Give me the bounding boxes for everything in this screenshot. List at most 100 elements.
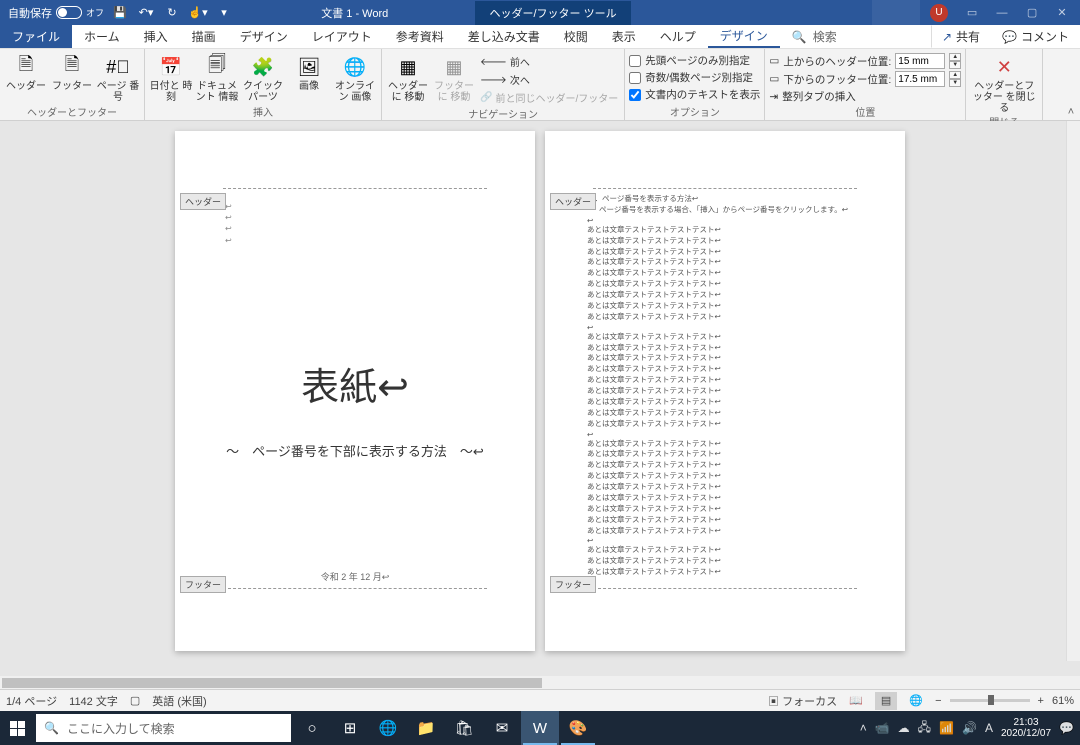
status-page[interactable]: 1/4 ページ [6, 693, 57, 709]
page-1[interactable]: ヘッダー フッター ↩↩↩↩ 表紙↩ ～ ページ番号を下部に表示する方法 ～↩ … [175, 131, 535, 651]
goto-footer-icon: ▦ [438, 53, 470, 81]
zoom-out-button[interactable]: − [935, 695, 941, 707]
paint-taskbar-button[interactable]: 🎨 [559, 711, 597, 745]
tab-mailings[interactable]: 差し込み文書 [456, 25, 552, 48]
tab-design[interactable]: デザイン [228, 25, 300, 48]
taskview-button[interactable]: ⊞ [331, 711, 369, 745]
group-hf-title: ヘッダーとフッター [4, 104, 140, 120]
focus-mode-button[interactable]: ▣ フォーカス [768, 693, 837, 709]
word-taskbar-button[interactable]: W [521, 711, 559, 745]
web-layout-button[interactable]: 🌐 [905, 692, 927, 710]
top-down-button[interactable]: ▼ [949, 61, 961, 69]
explorer-button[interactable]: 📁 [407, 711, 445, 745]
tab-view[interactable]: 表示 [600, 25, 648, 48]
horizontal-scrollbar[interactable] [0, 676, 1080, 689]
header-icon: 🗎 [10, 53, 42, 81]
cortana-button[interactable]: ○ [293, 711, 331, 745]
meet-now-icon[interactable]: 📹 [875, 721, 890, 735]
show-document-text-checkbox[interactable]: 文書内のテキストを表示 [629, 87, 760, 102]
onedrive-icon[interactable]: ☁ [898, 721, 910, 735]
page-number-button[interactable]: #⃣ ページ 番号 [96, 51, 140, 103]
user-avatar[interactable]: U [930, 4, 948, 22]
mail-button[interactable]: ✉ [483, 711, 521, 745]
docinfo-button[interactable]: 🗐 ドキュメント 情報 [195, 51, 239, 103]
volume-icon[interactable]: 🔊 [962, 721, 977, 735]
quickparts-button[interactable]: 🧩 クイック パーツ [241, 51, 285, 103]
qat-customize-button[interactable]: ▾ [214, 3, 234, 23]
edge-button[interactable]: 🌐 [369, 711, 407, 745]
next-section-button[interactable]: 🡒次へ [478, 71, 620, 88]
print-layout-button[interactable]: ▤ [875, 692, 897, 710]
collapse-ribbon-button[interactable]: ˄ [1062, 49, 1080, 120]
bot-down-button[interactable]: ▼ [949, 79, 961, 87]
tab-insert[interactable]: 挿入 [132, 25, 180, 48]
bot-up-button[interactable]: ▲ [949, 71, 961, 79]
ribbon-options-button[interactable]: ▭ [958, 0, 986, 25]
header-from-top-spinner[interactable]: ▭ 上からのヘッダー位置: ▲▼ [769, 53, 961, 69]
ime-indicator[interactable]: A [985, 721, 993, 735]
footer-button[interactable]: 🗎 フッター [50, 51, 94, 92]
prev-section-button[interactable]: 🡐前へ [478, 53, 620, 70]
vertical-scrollbar[interactable] [1066, 121, 1080, 661]
taskbar-search[interactable]: 🔍 ここに入力して検索 [36, 714, 291, 742]
tab-review[interactable]: 校閲 [552, 25, 600, 48]
tray-chevron-icon[interactable]: ˄ [860, 721, 867, 735]
share-button[interactable]: ↗ 共有 [931, 25, 991, 48]
redo-button[interactable]: ↻ [162, 3, 182, 23]
tab-file[interactable]: ファイル [0, 25, 72, 48]
header-from-top-input[interactable] [895, 53, 945, 69]
maximize-button[interactable]: ▢ [1018, 0, 1046, 25]
online-picture-button[interactable]: 🌐 オンライン 画像 [333, 51, 377, 103]
tab-help[interactable]: ヘルプ [648, 25, 708, 48]
different-odd-even-checkbox[interactable]: 奇数/偶数ページ別指定 [629, 70, 760, 85]
search-icon: 🔍 [792, 30, 807, 44]
close-hf-button[interactable]: ✕ ヘッダーとフッター を閉じる [970, 51, 1038, 114]
save-button[interactable]: 💾 [110, 3, 130, 23]
notifications-icon[interactable]: 💬 [1059, 721, 1074, 735]
different-first-page-checkbox[interactable]: 先頭ページのみ別指定 [629, 53, 760, 68]
zoom-in-button[interactable]: + [1038, 695, 1044, 707]
align-tab-button[interactable]: ⇥整列タブの挿入 [769, 89, 961, 104]
undo-button[interactable]: ↶▾ [136, 3, 156, 23]
body-line: あとは文章テストテストテストテスト↩ [587, 290, 863, 301]
para-mark: ↩↩↩↩ [225, 201, 485, 246]
tab-references[interactable]: 参考資料 [384, 25, 456, 48]
body-line: あとは文章テストテストテストテスト↩ [587, 515, 863, 526]
tab-hf-design[interactable]: デザイン [708, 25, 780, 48]
footer-from-bottom-input[interactable] [895, 71, 945, 87]
comment-button[interactable]: 💬 コメント [991, 25, 1080, 48]
system-clock[interactable]: 21:03 2020/12/07 [1001, 717, 1051, 739]
read-mode-button[interactable]: 📖 [845, 692, 867, 710]
header-button[interactable]: 🗎 ヘッダー [4, 51, 48, 92]
top-up-button[interactable]: ▲ [949, 53, 961, 61]
search-box[interactable]: 🔍 検索 [780, 25, 849, 48]
network-icon[interactable]: 🖧 [918, 718, 931, 739]
tab-draw[interactable]: 描画 [180, 25, 228, 48]
zoom-slider[interactable] [950, 699, 1030, 702]
touch-mode-button[interactable]: ☝▾ [188, 3, 208, 23]
cover-date: 令和 2 年 12 月↩ [225, 570, 485, 583]
tab-home[interactable]: ホーム [72, 25, 132, 48]
windows-logo-icon [10, 721, 25, 736]
datetime-button[interactable]: 📅 日付と 時刻 [149, 51, 193, 103]
focus-icon: ▣ [768, 696, 779, 708]
close-window-button[interactable]: ✕ [1048, 0, 1076, 25]
goto-header-button[interactable]: ▦ ヘッダーに 移動 [386, 51, 430, 103]
proofing-icon[interactable]: ▢ [130, 694, 140, 707]
page-2[interactable]: ヘッダー フッター １．ページ番号を表示する方法↩ ページ番号を表示する場合、「… [545, 131, 905, 651]
store-button[interactable]: 🛍 [445, 711, 483, 745]
tab-layout[interactable]: レイアウト [300, 25, 384, 48]
wifi-icon[interactable]: 📶 [939, 721, 954, 735]
footer-from-bottom-spinner[interactable]: ▭ 下からのフッター位置: ▲▼ [769, 71, 961, 87]
status-wordcount[interactable]: 1142 文字 [69, 693, 118, 709]
autosave-label: 自動保存 [8, 5, 52, 21]
group-options-title: オプション [629, 104, 760, 120]
body-line: あとは文章テストテストテストテスト↩ [587, 364, 863, 375]
autosave-toggle[interactable]: 自動保存 オフ [8, 5, 104, 21]
picture-button[interactable]: 🖼 画像 [287, 51, 331, 92]
start-button[interactable] [0, 711, 34, 745]
body-line: あとは文章テストテストテストテスト↩ [587, 375, 863, 386]
minimize-button[interactable]: — [988, 0, 1016, 25]
status-language[interactable]: 英語 (米国) [152, 693, 206, 709]
zoom-level[interactable]: 61% [1052, 695, 1074, 707]
